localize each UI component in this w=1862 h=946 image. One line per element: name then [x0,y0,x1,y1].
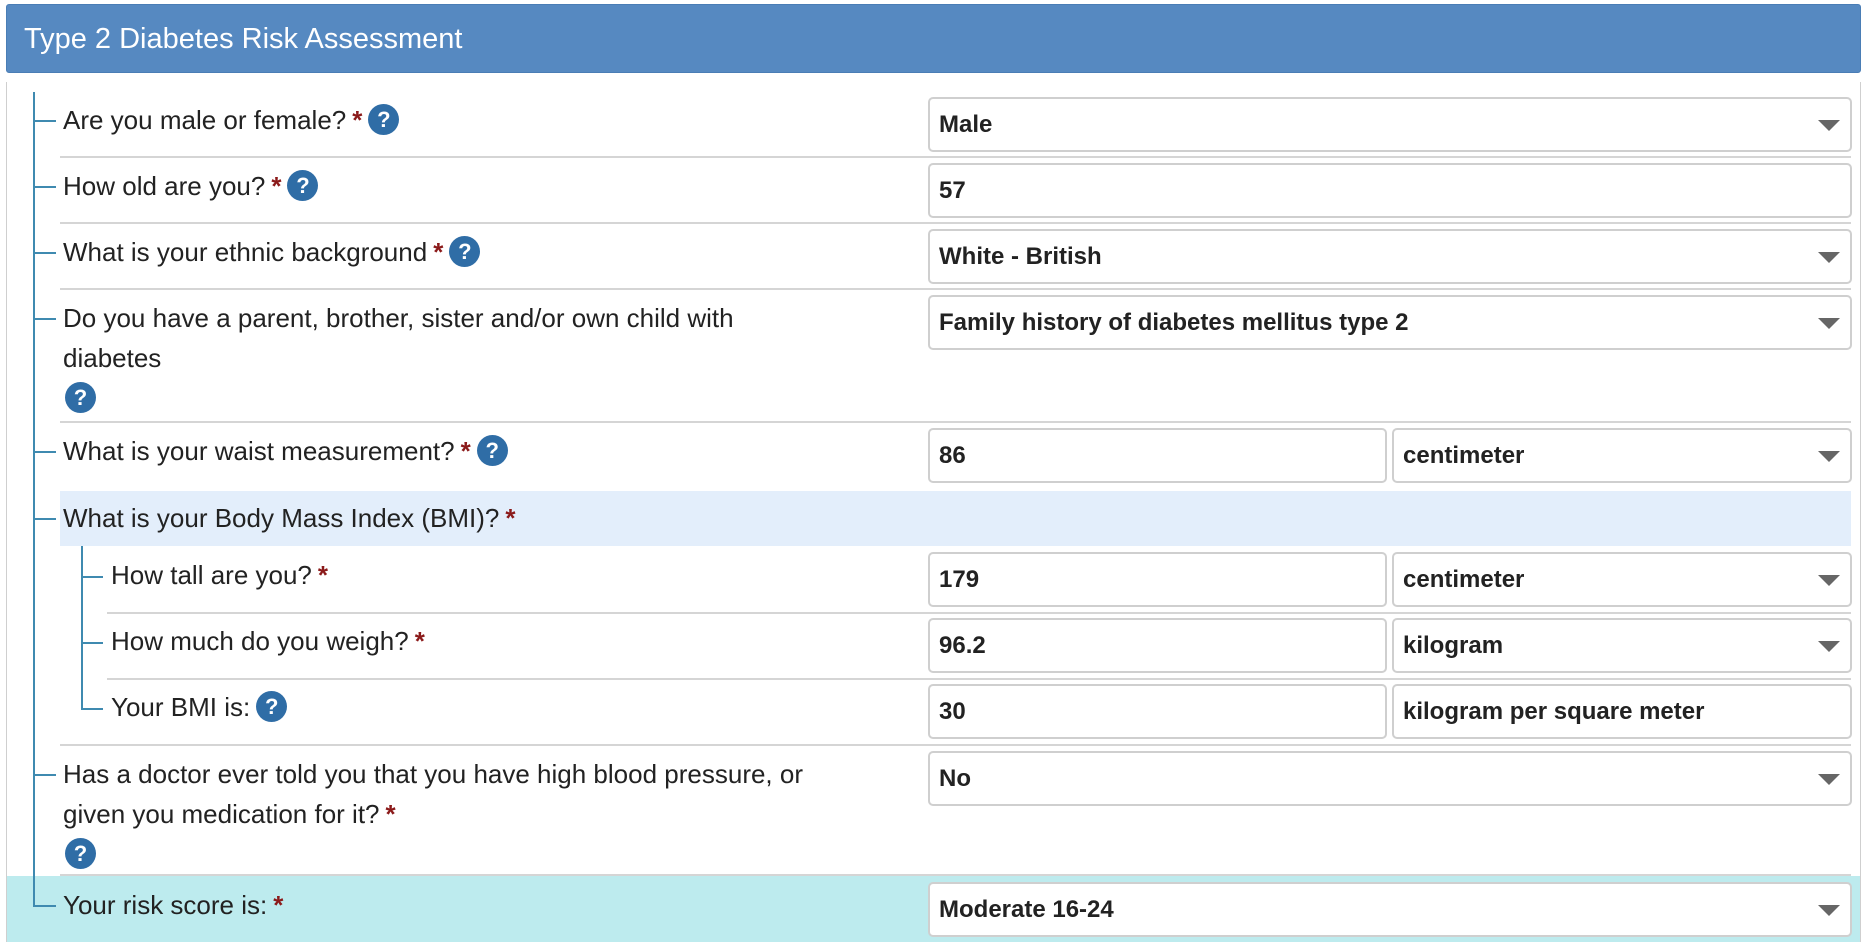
tree-branch [33,774,56,776]
form-title-bar: Type 2 Diabetes Risk Assessment [6,4,1861,73]
sex-label: Are you male or female? [63,105,347,135]
family-history-select[interactable]: Family history of diabetes mellitus type… [928,295,1852,350]
tree-branch [33,905,56,907]
required-marker: * [273,890,284,920]
tree-bmi-line [81,546,83,710]
bmi-result-output: 30 [928,684,1387,739]
height-question: How tall are you? * [111,555,328,595]
row-separator [60,421,1851,423]
row-separator [60,874,1851,876]
bmi-result-question: Your BMI is:? [111,687,288,727]
blood-pressure-label-line2: given you medication for it? [63,799,380,829]
family-history-question: Do you have a parent, brother, sister an… [63,298,734,418]
chevron-down-icon [1818,641,1840,652]
height-label: How tall are you? [111,560,312,590]
family-history-label-line1: Do you have a parent, brother, sister an… [63,303,734,333]
weight-input[interactable]: 96.2 [928,618,1387,673]
row-separator [60,222,1851,224]
chevron-down-icon [1818,451,1840,462]
chevron-down-icon [1818,318,1840,329]
waist-unit-select[interactable]: centimeter [1392,428,1852,483]
form-title: Type 2 Diabetes Risk Assessment [24,23,463,55]
ethnicity-select-value: White - British [939,243,1102,270]
help-icon[interactable]: ? [65,381,96,413]
chevron-down-icon [1818,774,1840,785]
chevron-down-icon [1818,575,1840,586]
ethnicity-select[interactable]: White - British [928,229,1852,284]
tree-branch [33,318,56,320]
risk-score-question: Your risk score is: * [63,885,283,925]
help-icon[interactable]: ? [476,434,508,466]
height-unit-select[interactable]: centimeter [1392,552,1852,607]
tree-branch [81,708,103,710]
risk-score-select[interactable]: Moderate 16-24 [928,882,1852,937]
tree-branch [33,518,56,520]
bmi-result-value: 30 [939,698,966,725]
weight-input-value: 96.2 [939,632,986,659]
row-separator [60,744,1851,746]
weight-label: How much do you weigh? [111,626,409,656]
family-history-label-line2: diabetes [63,343,162,373]
sex-question: Are you male or female? *? [63,100,400,140]
bmi-unit-display: kilogram per square meter [1392,684,1852,739]
tree-branch [81,642,103,644]
bmi-group-question: What is your Body Mass Index (BMI)? * [63,498,516,538]
help-icon[interactable]: ? [449,235,481,267]
ethnicity-question: What is your ethnic background *? [63,232,481,272]
tree-branch [33,252,56,254]
waist-label: What is your waist measurement? [63,436,455,466]
waist-unit-value: centimeter [1403,442,1525,469]
bmi-result-label: Your BMI is: [111,692,251,722]
height-input-value: 179 [939,566,980,593]
age-label: How old are you? [63,171,266,201]
required-marker: * [271,171,282,201]
row-separator [60,156,1851,158]
required-marker: * [505,503,516,533]
row-separator [107,678,1851,680]
required-marker: * [433,237,444,267]
age-input[interactable]: 57 [928,163,1852,218]
chevron-down-icon [1818,120,1840,131]
blood-pressure-label-line1: Has a doctor ever told you that you have… [63,759,803,789]
risk-score-label: Your risk score is: [63,890,268,920]
age-input-value: 57 [939,177,966,204]
required-marker: * [460,436,471,466]
age-question: How old are you? *? [63,166,319,206]
tree-branch [33,186,56,188]
chevron-down-icon [1818,905,1840,916]
required-marker: * [317,560,329,590]
tree-branch [33,451,56,453]
sex-select-value: Male [939,111,993,138]
blood-pressure-question: Has a doctor ever told you that you have… [63,754,803,874]
height-unit-value: centimeter [1403,566,1525,593]
required-marker: * [414,626,425,656]
row-separator [107,612,1851,614]
weight-unit-select[interactable]: kilogram [1392,618,1852,673]
blood-pressure-select[interactable]: No [928,751,1852,806]
required-marker: * [352,105,363,135]
bmi-group-label: What is your Body Mass Index (BMI)? [63,503,500,533]
tree-trunk-line [33,92,35,907]
row-separator [60,288,1851,290]
height-input[interactable]: 179 [928,552,1387,607]
bmi-unit-value: kilogram per square meter [1403,698,1705,725]
risk-score-select-value: Moderate 16-24 [939,896,1114,923]
weight-unit-value: kilogram [1403,632,1504,659]
tree-branch [33,120,56,122]
ethnicity-label: What is your ethnic background [63,237,428,267]
waist-input[interactable]: 86 [928,428,1387,483]
tree-branch [81,576,103,578]
sex-select[interactable]: Male [928,97,1852,152]
family-history-select-value: Family history of diabetes mellitus type… [939,309,1409,336]
chevron-down-icon [1818,252,1840,263]
blood-pressure-select-value: No [939,765,971,792]
waist-input-value: 86 [939,442,966,469]
help-icon[interactable]: ? [287,169,319,201]
waist-question: What is your waist measurement? *? [63,431,508,471]
help-icon[interactable]: ? [256,690,288,722]
weight-question: How much do you weigh? * [111,621,425,661]
help-icon[interactable]: ? [368,103,400,135]
required-marker: * [385,799,396,829]
help-icon[interactable]: ? [65,837,96,869]
